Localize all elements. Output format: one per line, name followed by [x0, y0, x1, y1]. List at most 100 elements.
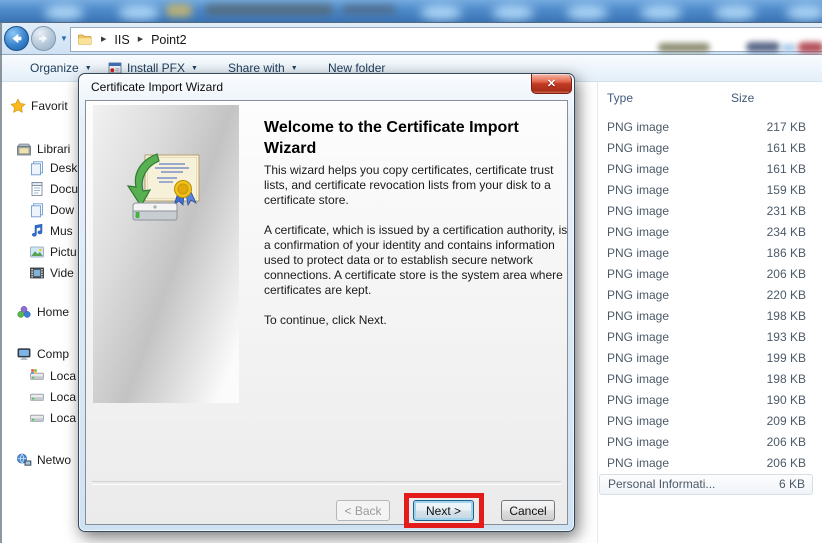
homegroup-icon [17, 306, 31, 318]
sidebar-item-label: Favorit [31, 99, 68, 113]
titlebar-blur-artifact [420, 5, 462, 20]
file-type: PNG image [607, 372, 670, 386]
window-titlebar [0, 0, 822, 22]
disk-icon [30, 393, 44, 401]
file-size: 220 KB [766, 288, 806, 302]
file-size: 159 KB [766, 183, 806, 197]
file-row[interactable]: PNG image 220 KB [599, 285, 813, 306]
file-size: 198 KB [766, 309, 806, 323]
os-disk-icon [30, 369, 44, 380]
titlebar-blur-artifact [205, 4, 333, 15]
file-row[interactable]: PNG image 186 KB [599, 243, 813, 264]
sidebar-item-label: Loca [50, 411, 77, 425]
next-button[interactable]: Next > [413, 500, 474, 521]
back-button-dialog[interactable]: < Back [336, 500, 390, 521]
file-row[interactable]: PNG image 159 KB [599, 180, 813, 201]
sidebar-item-local-disk-c[interactable]: Loca [29, 367, 76, 385]
film-icon [30, 267, 44, 279]
titlebar-blur-artifact [714, 5, 756, 20]
column-header-size[interactable]: Size [731, 91, 754, 105]
certificate-import-wizard-dialog: Certificate Import Wizard ✕ Welcome to t… [78, 73, 575, 532]
file-row[interactable]: PNG image 198 KB [599, 306, 813, 327]
file-row[interactable]: PNG image 217 KB [599, 117, 813, 138]
sidebar-item-local-disk[interactable]: Loca [29, 388, 76, 406]
column-separator [597, 82, 598, 543]
sidebar-item-documents[interactable]: Docu [29, 180, 78, 198]
computer-icon [17, 348, 31, 360]
breadcrumb-item-point2[interactable]: Point2 [151, 33, 186, 47]
file-row[interactable]: PNG image 206 KB [599, 264, 813, 285]
sidebar-item-libraries[interactable]: Librari [16, 140, 70, 158]
file-size: 190 KB [766, 393, 806, 407]
column-header-type[interactable]: Type [607, 91, 633, 105]
sidebar-item-computer[interactable]: Comp [16, 345, 69, 363]
chevron-down-icon: ▼ [84, 64, 92, 72]
file-type: PNG image [607, 435, 670, 449]
file-row[interactable]: PNG image 193 KB [599, 327, 813, 348]
network-icon [17, 453, 32, 466]
file-type: PNG image [607, 330, 670, 344]
close-button[interactable]: ✕ [531, 74, 572, 94]
file-row[interactable]: PNG image 206 KB [599, 453, 813, 474]
file-size: 231 KB [766, 204, 806, 218]
file-size: 186 KB [766, 246, 806, 260]
sidebar-item-videos[interactable]: Vide [29, 264, 74, 282]
sidebar-item-local-disk[interactable]: Loca [29, 409, 76, 427]
sidebar-item-network[interactable]: Netwo [16, 451, 71, 469]
chevron-down-icon: ▼ [290, 64, 298, 72]
file-row[interactable]: PNG image 161 KB [599, 138, 813, 159]
breadcrumb-arrow-icon: ▶ [137, 36, 144, 43]
file-row[interactable]: PNG image 231 KB [599, 201, 813, 222]
sidebar-item-label: Desk [50, 161, 78, 175]
file-type: Personal Informati... [608, 477, 716, 491]
dialog-body: Welcome to the Certificate Import Wizard… [85, 100, 568, 528]
sidebar-item-pictures[interactable]: Pictu [29, 243, 77, 261]
file-type: PNG image [607, 120, 670, 134]
titlebar-blur-artifact [342, 5, 396, 14]
sidebar-item-label: Mus [50, 224, 73, 238]
address-bar-row: ▼ ▶ IIS ▶ Point2 [0, 22, 822, 55]
sidebar-item-homegroup[interactable]: Home [16, 303, 69, 321]
forward-button[interactable] [31, 26, 56, 51]
file-row[interactable]: PNG image 206 KB [599, 432, 813, 453]
sidebar-item-label: Home [37, 305, 70, 319]
address-blur-artifact [658, 43, 710, 52]
sidebar-item-label: Loca [50, 390, 77, 404]
file-size: 206 KB [766, 456, 806, 470]
back-button[interactable] [4, 26, 29, 51]
cancel-button[interactable]: Cancel [501, 500, 555, 521]
sidebar-item-music[interactable]: Mus [29, 222, 73, 240]
sidebar-item-label: Docu [50, 182, 79, 196]
breadcrumb-item-iis[interactable]: IIS [114, 33, 129, 47]
file-row[interactable]: PNG image 198 KB [599, 369, 813, 390]
file-row[interactable]: PNG image 199 KB [599, 348, 813, 369]
file-type: PNG image [607, 288, 670, 302]
file-row[interactable]: PNG image 234 KB [599, 222, 813, 243]
wizard-paragraph: This wizard helps you copy certificates,… [264, 163, 554, 207]
disk-icon [30, 414, 44, 422]
file-size: 234 KB [766, 225, 806, 239]
sidebar-item-label: Pictu [50, 245, 77, 259]
file-row-selected[interactable]: Personal Informati... 6 KB [599, 474, 813, 495]
dialog-title: Certificate Import Wizard [91, 80, 224, 94]
library-icon [17, 143, 31, 156]
pages-icon [31, 161, 43, 176]
file-row[interactable]: PNG image 190 KB [599, 390, 813, 411]
file-size: 161 KB [766, 162, 806, 176]
sidebar-item-downloads[interactable]: Dow [29, 201, 74, 219]
sidebar-item-label: Comp [37, 347, 70, 361]
sidebar-item-favorites[interactable]: Favorit [10, 97, 68, 115]
wizard-watermark-panel [93, 105, 239, 403]
titlebar-blur-artifact [44, 5, 84, 20]
recent-pages-dropdown-icon[interactable]: ▼ [60, 34, 68, 43]
file-type: PNG image [607, 162, 670, 176]
sidebar-item-desktop[interactable]: Desk [29, 159, 77, 177]
file-row[interactable]: PNG image 209 KB [599, 411, 813, 432]
file-type: PNG image [607, 456, 670, 470]
file-size: 161 KB [766, 141, 806, 155]
file-row[interactable]: PNG image 161 KB [599, 159, 813, 180]
titlebar-blur-artifact [640, 5, 682, 20]
file-size: 217 KB [766, 120, 806, 134]
titlebar-blur-artifact [492, 5, 534, 20]
star-icon [10, 98, 26, 113]
